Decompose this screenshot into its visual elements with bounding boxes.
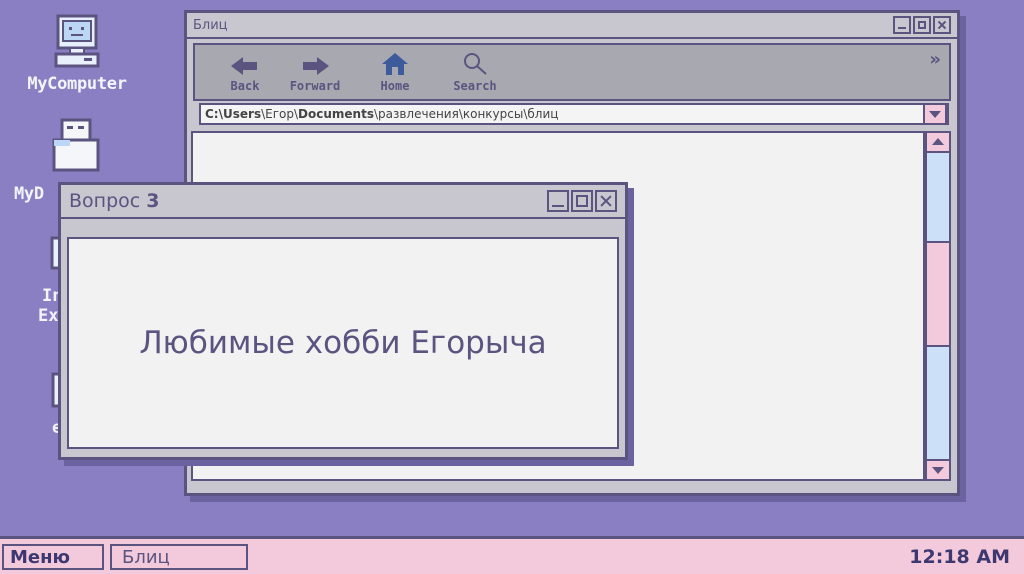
desktop-icon-mycomputer[interactable]: MyComputer [12,14,142,94]
home-label: Home [380,79,410,93]
address-dropdown-button[interactable] [923,103,947,125]
home-button[interactable]: Home [355,53,435,93]
forward-label: Forward [289,79,341,93]
dialog-minimize-button[interactable] [547,190,569,212]
question-text: Любимые хобби Егорыча [139,325,547,361]
search-button[interactable]: Search [435,51,515,93]
documents-icon [52,118,100,172]
forward-arrow-icon [303,57,329,75]
scroll-up-button[interactable] [927,133,949,153]
dialog-title-number: 3 [146,190,160,212]
taskbar: Меню Блиц 12:18 AM [0,536,1024,574]
search-icon [464,53,487,75]
taskbar-item-blitz[interactable]: Блиц [110,544,248,570]
mydocuments-label: MyD [14,184,44,204]
scroll-down-button[interactable] [927,459,949,479]
close-button[interactable] [933,16,951,34]
back-label: Back [230,79,260,93]
search-label: Search [453,79,497,93]
maximize-button[interactable] [913,16,931,34]
start-menu-button[interactable]: Меню [2,544,104,570]
scroll-thumb[interactable] [927,241,949,347]
dialog-maximize-button[interactable] [571,190,593,212]
browser-titlebar[interactable]: Блиц [187,13,957,39]
back-button[interactable]: Back [205,57,285,93]
home-icon [382,53,408,75]
chevron-down-icon [929,111,941,118]
arrow-down-icon [932,467,944,474]
clock: 12:18 AM [909,546,1010,568]
forward-button[interactable]: Forward [275,57,355,93]
address-rest: \развлечения\конкурсы\блиц [373,107,559,121]
arrow-up-icon [932,138,944,145]
address-users: Users [223,107,262,121]
computer-icon [54,14,100,68]
question-dialog: Вопрос 3 Любимые хобби Егорыча [58,182,628,460]
dialog-close-button[interactable] [595,190,617,212]
dialog-title-word: Вопрос [69,190,147,212]
dialog-body: Любимые хобби Егорыча [67,237,619,449]
mycomputer-label: MyComputer [27,74,127,94]
address-user: \Егор\ [261,107,299,121]
address-drive: C:\ [205,107,223,121]
toolbar-overflow-icon[interactable]: » [929,49,941,70]
dialog-titlebar[interactable]: Вопрос 3 [61,185,625,219]
back-arrow-icon [231,57,257,75]
browser-title: Блиц [193,17,228,33]
dialog-title: Вопрос 3 [69,190,547,212]
minimize-button[interactable] [893,16,911,34]
address-documents: Documents [298,107,374,121]
browser-toolbar: Back Forward Home Search » [193,43,951,101]
address-bar[interactable]: C:\ Users \Егор\ Documents \развлечения\конк… [199,103,949,125]
vertical-scrollbar[interactable] [925,131,951,481]
